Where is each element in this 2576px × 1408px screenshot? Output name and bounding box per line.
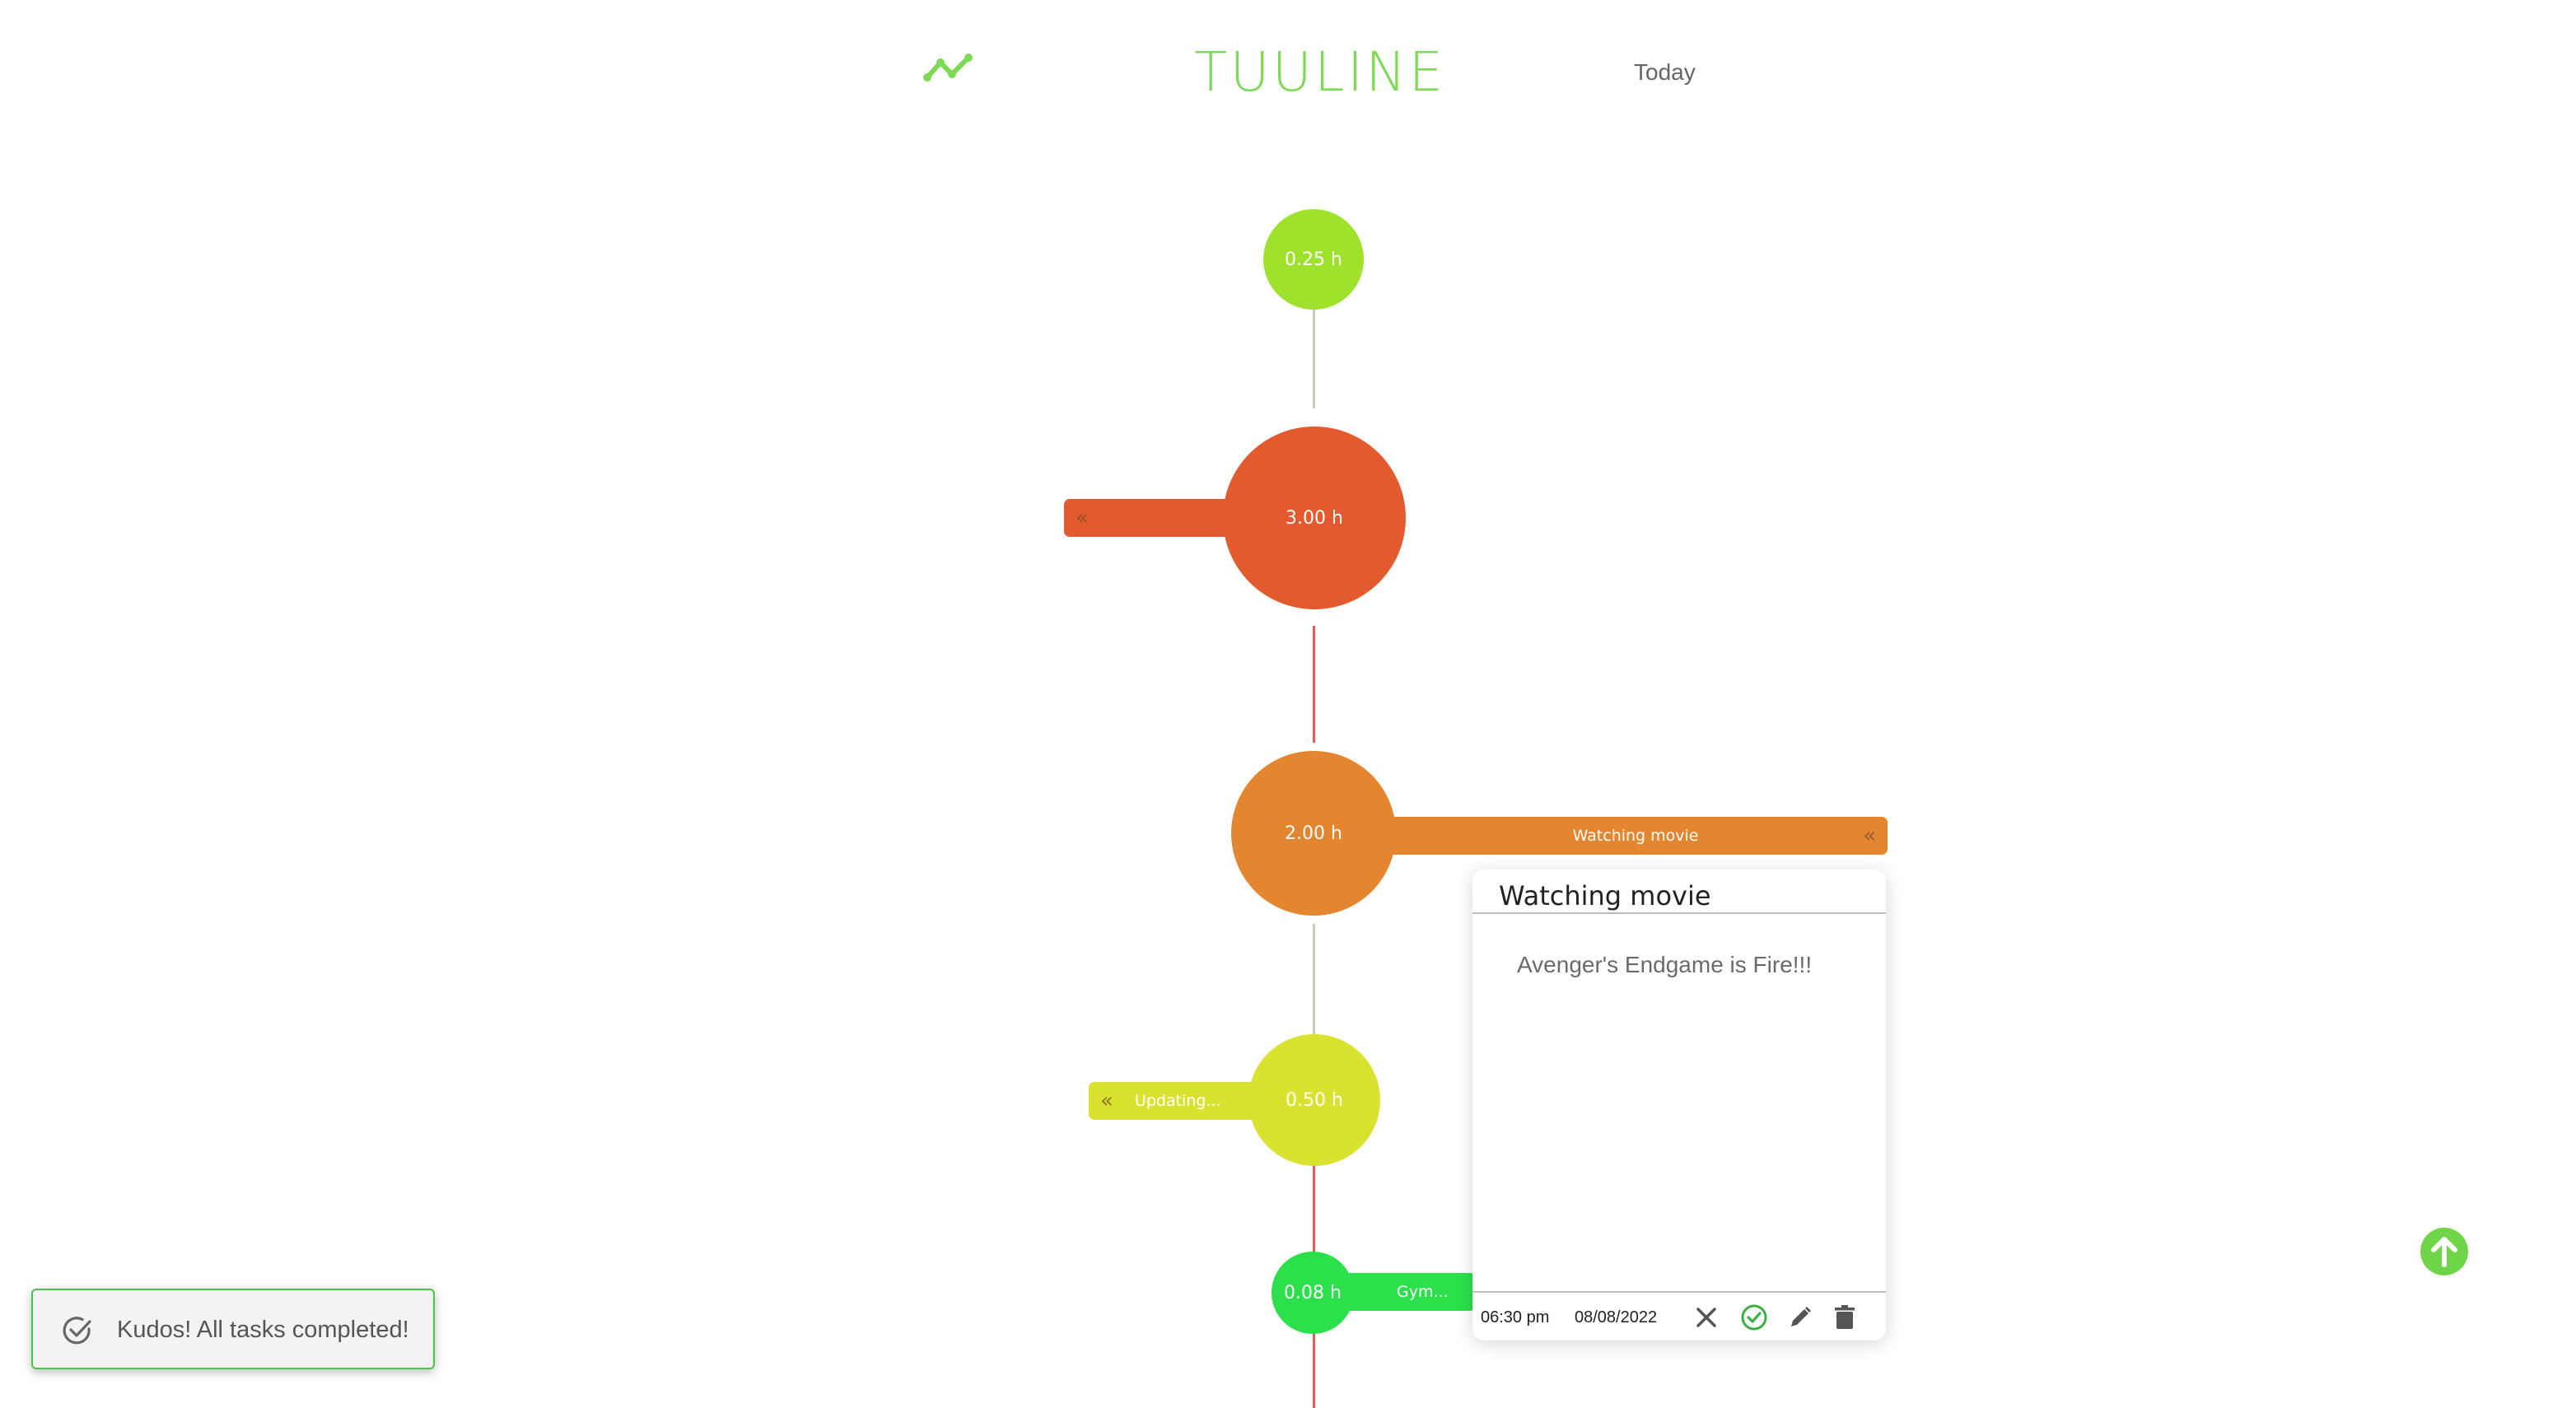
divider xyxy=(1472,1291,1886,1293)
node-hours: 3.00 h xyxy=(1286,507,1343,529)
trend-line-icon[interactable] xyxy=(922,51,973,86)
timeline-connector xyxy=(1313,924,1315,1036)
close-button[interactable] xyxy=(1692,1303,1721,1332)
node-hours: 0.25 h xyxy=(1285,249,1342,270)
task-bar[interactable]: Watching movie « xyxy=(1384,817,1888,855)
node-hours: 0.08 h xyxy=(1284,1282,1342,1303)
task-label: Gym... xyxy=(1397,1283,1449,1301)
collapse-icon[interactable]: « xyxy=(1863,825,1876,846)
complete-button[interactable] xyxy=(1739,1303,1769,1332)
timeline-node[interactable]: 2.00 h xyxy=(1231,751,1396,916)
task-label: Watching movie xyxy=(1572,827,1699,845)
expand-left-icon[interactable]: « xyxy=(1100,1090,1113,1112)
delete-button[interactable] xyxy=(1830,1303,1860,1332)
timeline-connector xyxy=(1313,1166,1315,1253)
trash-icon xyxy=(1835,1305,1855,1329)
timeline-node[interactable]: 0.25 h xyxy=(1263,209,1364,310)
timeline-connector xyxy=(1313,626,1315,743)
node-hours: 0.50 h xyxy=(1286,1089,1343,1111)
app-title: TUULINE xyxy=(1194,40,1446,104)
expand-left-icon[interactable]: « xyxy=(1076,507,1089,529)
card-description: Avenger's Endgame is Fire!!! xyxy=(1517,952,1813,977)
task-bar[interactable]: Gym... xyxy=(1334,1273,1476,1311)
nav-today-link[interactable]: Today xyxy=(1634,58,1696,87)
check-circle-icon xyxy=(63,1317,91,1345)
timeline-node[interactable]: 0.08 h xyxy=(1272,1252,1354,1334)
timeline-connector xyxy=(1313,305,1315,408)
toast-message: Kudos! All tasks completed! xyxy=(117,1317,409,1343)
timeline-connector xyxy=(1313,1331,1315,1408)
divider xyxy=(1472,912,1886,914)
timeline-node[interactable]: 3.00 h xyxy=(1223,427,1406,609)
task-label: Updating... xyxy=(1134,1092,1221,1110)
arrow-up-circle-icon[interactable] xyxy=(2420,1227,2469,1276)
success-toast: Kudos! All tasks completed! xyxy=(31,1289,435,1369)
edit-button[interactable] xyxy=(1785,1303,1815,1332)
timeline-node[interactable]: 0.50 h xyxy=(1248,1034,1380,1166)
card-title: Watching movie xyxy=(1499,880,1711,911)
check-circle-icon xyxy=(1741,1304,1767,1331)
card-date: 08/08/2022 xyxy=(1575,1308,1658,1326)
close-icon xyxy=(1696,1308,1716,1327)
pencil-icon xyxy=(1791,1307,1811,1326)
card-time: 06:30 pm xyxy=(1481,1308,1550,1326)
node-hours: 2.00 h xyxy=(1285,823,1342,844)
task-detail-card: Watching movie Avenger's Endgame is Fire… xyxy=(1472,870,1886,1340)
